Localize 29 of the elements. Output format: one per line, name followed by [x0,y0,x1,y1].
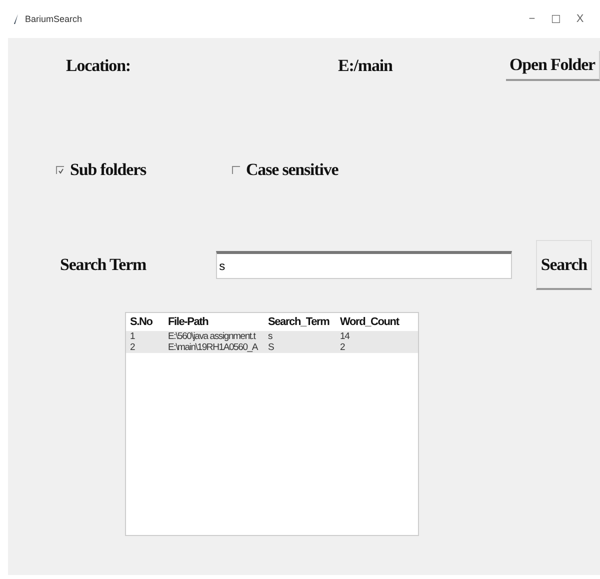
table-cell: 14 [340,331,350,342]
table-cell: S [268,342,274,353]
checkbox[interactable] [56,166,64,174]
table-cell: 1 [130,331,135,342]
table-cell: s [268,331,272,342]
term-input[interactable]: s [216,251,512,279]
open-folder-button[interactable]: Open Folder [506,51,600,81]
location-label: Location: [66,56,132,76]
column-header[interactable]: Search_Term [268,313,340,331]
column-header[interactable]: S.No [130,313,168,331]
checkbox[interactable] [232,166,240,174]
table-cell: 2 [340,342,345,353]
table-row[interactable]: 2 E:\main\19RH1A0560_A S 2 [126,342,418,353]
table-row[interactable]: 1 E:\560\java assignment.t s 14 [126,331,418,342]
table-cell: 2 [130,342,135,353]
column-header[interactable]: File-Path [168,313,268,331]
checkbox-label: Case sensitive [246,160,338,180]
search-term-label: Search Term [60,255,146,275]
window-control[interactable]: ☐ [544,12,568,26]
table-cell: E:\560\java assignment.t [168,331,256,342]
table-cell: E:\main\19RH1A0560_A [168,342,258,353]
location-value: E:/main [338,56,392,76]
feather-icon [14,14,19,24]
column-header[interactable]: Word_Count [340,313,416,331]
window-control[interactable]: X [568,13,592,25]
checkbox-label: Sub folders [70,160,146,180]
window-title: BariumSearch [25,14,84,24]
window-control[interactable]: − [520,13,544,25]
search-button[interactable]: Search [536,240,592,290]
